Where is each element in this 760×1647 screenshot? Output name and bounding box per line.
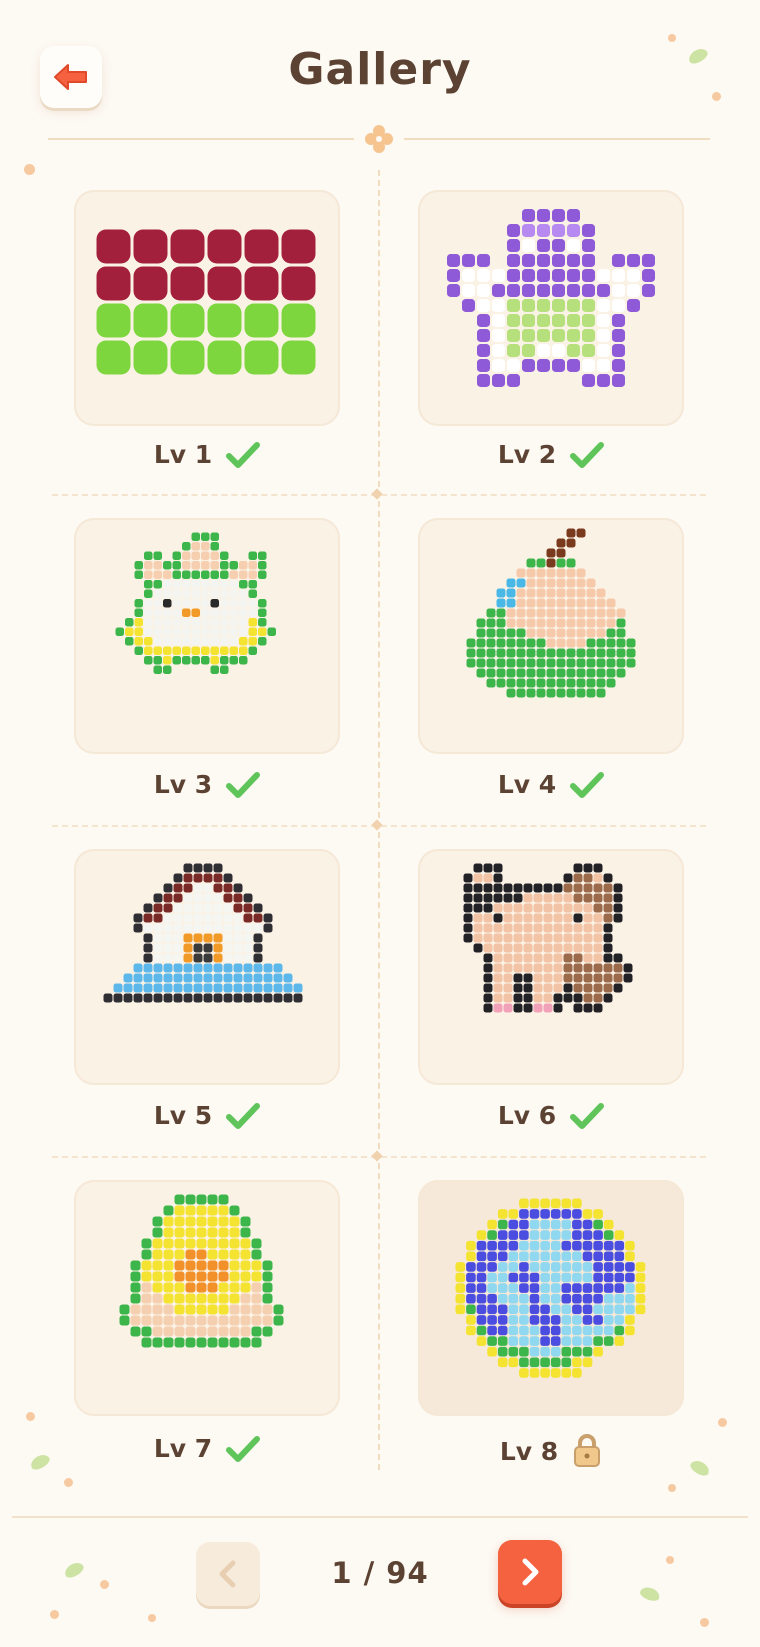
level-title: Lv 4 — [497, 770, 557, 799]
level-title: Lv 7 — [153, 1434, 213, 1463]
level-7-artwork — [119, 1194, 284, 1348]
level-title: Lv 1 — [153, 440, 213, 469]
flower-ornament-icon — [365, 125, 393, 153]
level-5-artwork — [103, 863, 303, 1003]
level-card-6[interactable] — [418, 849, 684, 1085]
padlock-icon — [574, 1434, 601, 1467]
level-title: Lv 3 — [153, 770, 213, 799]
leaf-decoration — [688, 1457, 712, 1479]
level-card-7[interactable] — [74, 1180, 340, 1416]
checkmark-icon — [226, 441, 261, 468]
level-card-4[interactable] — [418, 518, 684, 754]
chevron-right-icon — [522, 1558, 539, 1586]
level-title: Lv 8 — [499, 1436, 559, 1466]
level-title: Lv 5 — [153, 1101, 213, 1130]
level-label-5: Lv 5 — [74, 1101, 340, 1130]
leaf-decoration — [62, 1559, 86, 1581]
checkmark-icon — [570, 1102, 605, 1129]
level-label-1: Lv 1 — [74, 440, 340, 469]
level-3-artwork — [115, 532, 276, 674]
level-title: Lv 6 — [497, 1101, 557, 1130]
checkmark-icon — [226, 771, 261, 798]
level-label-8: Lv 8 — [418, 1434, 684, 1468]
next-page-button[interactable] — [498, 1540, 562, 1604]
level-label-4: Lv 4 — [418, 770, 684, 799]
level-label-3: Lv 3 — [74, 770, 340, 799]
leaf-decoration — [638, 1584, 662, 1604]
leaf-decoration — [28, 1451, 52, 1473]
level-6-artwork — [463, 863, 633, 1013]
level-title: Lv 2 — [497, 440, 557, 469]
level-label-6: Lv 6 — [418, 1101, 684, 1130]
level-card-2[interactable] — [418, 190, 684, 426]
checkmark-icon — [570, 441, 605, 468]
checkmark-icon — [226, 1102, 261, 1129]
level-label-7: Lv 7 — [74, 1434, 340, 1463]
level-2-artwork — [447, 209, 655, 387]
checkmark-icon — [226, 1435, 261, 1462]
level-1-artwork — [96, 229, 316, 375]
level-4-artwork — [466, 528, 636, 698]
page-title: Gallery — [288, 44, 472, 95]
checkmark-icon — [570, 771, 605, 798]
level-8-artwork — [455, 1198, 646, 1378]
level-card-5[interactable] — [74, 849, 340, 1085]
prev-page-button[interactable] — [196, 1542, 260, 1606]
level-card-3[interactable] — [74, 518, 340, 754]
bottom-divider — [12, 1516, 748, 1518]
level-label-2: Lv 2 — [418, 440, 684, 469]
header-divider-left — [48, 138, 354, 140]
page-indicator: 1 / 94 — [331, 1556, 429, 1590]
header-divider-right — [404, 138, 710, 140]
level-card-1[interactable] — [74, 190, 340, 426]
level-card-8[interactable] — [418, 1180, 684, 1416]
chevron-left-icon — [219, 1560, 236, 1588]
